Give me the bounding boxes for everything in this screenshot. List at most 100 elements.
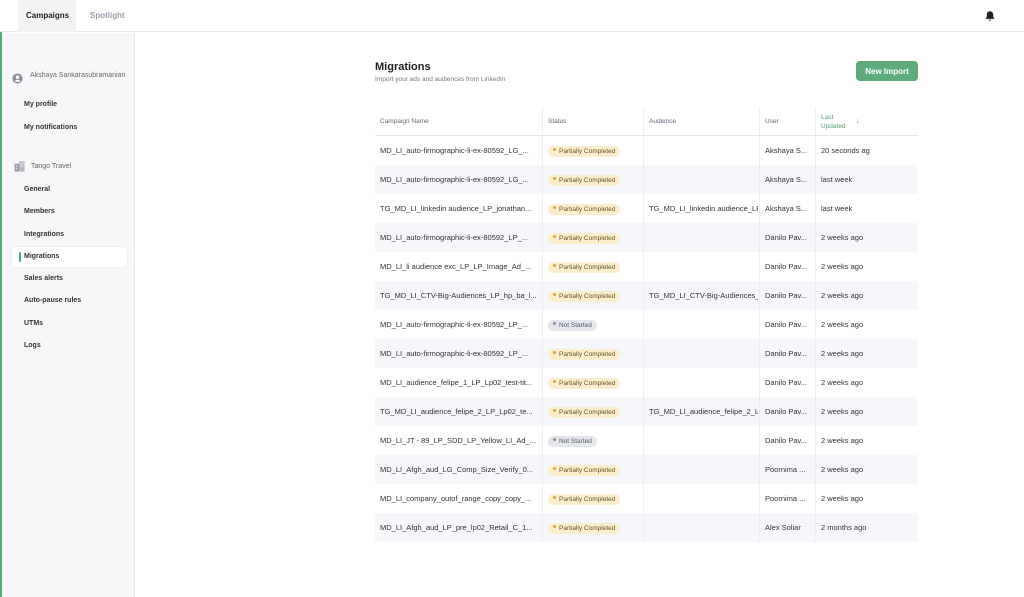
cell-user: Danilo Pav... — [759, 426, 809, 455]
status-badge-label: Partially Completed — [559, 234, 616, 242]
tab-spotlight[interactable]: Spotlight — [82, 0, 133, 32]
table-row[interactable]: MD_LI_li audience exc_LP_LP_Image_Ad_...… — [375, 252, 918, 281]
cell-audience — [643, 426, 758, 455]
table-row[interactable]: MD_LI_auto-firmographic-li-ex-80592_LG_.… — [375, 136, 918, 165]
status-badge: Partially Completed — [548, 232, 621, 244]
cell-audience — [643, 252, 758, 281]
table-row[interactable]: MD_LI_auto-firmographic-li-ex-80592_LP_.… — [375, 223, 918, 252]
column-header-user[interactable]: User — [759, 107, 813, 136]
column-header-status[interactable]: Status — [542, 107, 642, 136]
status-badge: Not Started — [548, 319, 597, 331]
cell-status: Not Started — [542, 310, 642, 339]
table-row[interactable]: MD_LI_audience_felipe_1_LP_Lp02_test-tit… — [375, 368, 918, 397]
cell-campaign-name[interactable]: TG_MD_LI_linkedin audience_LP_jonathan..… — [380, 194, 540, 223]
cell-campaign-name[interactable]: TG_MD_LI_CTV-Big-Audiences_LP_hp_ba_l... — [380, 281, 540, 310]
cell-status: Partially Completed — [542, 513, 642, 542]
cell-audience — [643, 513, 758, 542]
cell-campaign-name[interactable]: MD_LI_JT - 89_LP_SDD_LP_Yellow_LI_Ad_... — [380, 426, 540, 455]
table-row[interactable]: MD_LI_auto-firmographic-li-ex-80592_LP_.… — [375, 339, 918, 368]
table-row[interactable]: MD_LI_JT - 89_LP_SDD_LP_Yellow_LI_Ad_...… — [375, 426, 918, 455]
status-badge: Partially Completed — [548, 522, 621, 534]
cell-campaign-name[interactable]: MD_LI_auto-firmographic-li-ex-80592_LP_.… — [380, 339, 540, 368]
tab-campaigns[interactable]: Campaigns — [18, 0, 76, 32]
cell-campaign-name[interactable]: MD_LI_auto-firmographic-li-ex-80592_LG_.… — [380, 136, 540, 165]
status-badge-label: Partially Completed — [559, 205, 616, 213]
sidebar-item-sales-alerts[interactable]: Sales alerts — [12, 269, 127, 289]
cell-user: Akshaya S... — [759, 165, 809, 194]
column-header-campaign-name[interactable]: Campaign Name — [380, 107, 540, 136]
cell-last-updated: last week — [815, 194, 871, 223]
sidebar-link-my-profile[interactable]: My profile — [24, 101, 57, 108]
cell-campaign-name[interactable]: MD_LI_auto-firmographic-li-ex-80592_LP_.… — [380, 223, 540, 252]
status-dot-icon — [553, 293, 556, 297]
cell-campaign-name[interactable]: MD_LI_li audience exc_LP_LP_Image_Ad_... — [380, 252, 540, 281]
sidebar-item-utms[interactable]: UTMs — [12, 314, 127, 334]
sidebar-item-migrations[interactable]: Migrations — [12, 247, 127, 267]
column-header-audience[interactable]: Audience — [643, 107, 758, 136]
cell-user: Danilo Pav... — [759, 281, 809, 310]
user-name: Akshaya Sankarasubramanian — [30, 72, 126, 79]
cell-last-updated: 2 weeks ago — [815, 426, 871, 455]
table-row[interactable]: TG_MD_LI_linkedin audience_LP_jonathan..… — [375, 194, 918, 223]
cell-last-updated: last week — [815, 165, 871, 194]
status-badge-label: Partially Completed — [559, 292, 616, 300]
status-dot-icon — [553, 148, 556, 152]
cell-audience: TG_MD_LI_CTV-Big-Audiences_ — [643, 281, 758, 310]
sidebar-link-my-notifications[interactable]: My notifications — [24, 124, 77, 131]
table-header: Campaign Name Status Audience User Last … — [375, 107, 918, 136]
cell-campaign-name[interactable]: MD_LI_auto-firmographic-li-ex-80592_LP_.… — [380, 310, 540, 339]
sidebar-item-members[interactable]: Members — [12, 202, 127, 222]
status-dot-icon — [553, 438, 556, 442]
cell-status: Partially Completed — [542, 484, 642, 513]
cell-user: Poornima ... — [759, 484, 809, 513]
cell-campaign-name[interactable]: TG_MD_LI_audience_felipe_2_LP_Lp02_te... — [380, 397, 540, 426]
sidebar-item-integrations[interactable]: Integrations — [12, 225, 127, 245]
status-dot-icon — [553, 206, 556, 210]
status-badge: Partially Completed — [548, 145, 621, 157]
arrow-down-icon[interactable]: ↓ — [856, 117, 860, 126]
cell-user: Danilo Pav... — [759, 310, 809, 339]
cell-last-updated: 2 months ago — [815, 513, 871, 542]
table-row[interactable]: MD_LI_auto-firmographic-li-ex-80592_LP_.… — [375, 310, 918, 339]
status-dot-icon — [553, 177, 556, 181]
status-badge: Partially Completed — [548, 377, 621, 389]
cell-user: Poornima ... — [759, 455, 809, 484]
status-badge: Partially Completed — [548, 174, 621, 186]
cell-last-updated: 2 weeks ago — [815, 310, 871, 339]
cell-status: Partially Completed — [542, 223, 642, 252]
sidebar-item-auto-pause-rules[interactable]: Auto-pause rules — [12, 291, 127, 311]
sidebar-item-general[interactable]: General — [12, 180, 127, 200]
cell-user: Danilo Pav... — [759, 339, 809, 368]
status-dot-icon — [553, 409, 556, 413]
status-badge-label: Partially Completed — [559, 350, 616, 358]
new-import-button[interactable]: New Import — [856, 61, 918, 81]
status-badge: Partially Completed — [548, 290, 621, 302]
org-name: Tango Travel — [31, 163, 72, 170]
table-row[interactable]: MD_LI_company_outof_range_copy_copy_... P… — [375, 484, 918, 513]
sidebar-item-logs[interactable]: Logs — [12, 336, 127, 356]
cell-campaign-name[interactable]: MD_LI_auto-firmographic-li-ex-80592_LG_.… — [380, 165, 540, 194]
cell-user: Akshaya S... — [759, 194, 809, 223]
cell-campaign-name[interactable]: MD_LI_Afgh_aud_LP_pre_lp02_Retail_C_1... — [380, 513, 540, 542]
bell-icon[interactable] — [984, 10, 996, 22]
status-badge: Partially Completed — [548, 203, 621, 215]
table-row[interactable]: TG_MD_LI_audience_felipe_2_LP_Lp02_te...… — [375, 397, 918, 426]
table-row[interactable]: MD_LI_auto-firmographic-li-ex-80592_LG_.… — [375, 165, 918, 194]
cell-user: Danilo Pav... — [759, 252, 809, 281]
table-row[interactable]: TG_MD_LI_CTV-Big-Audiences_LP_hp_ba_l...… — [375, 281, 918, 310]
cell-campaign-name[interactable]: MD_LI_audience_felipe_1_LP_Lp02_test-tit… — [380, 368, 540, 397]
status-dot-icon — [553, 496, 556, 500]
cell-last-updated: 2 weeks ago — [815, 368, 871, 397]
status-badge-label: Partially Completed — [559, 263, 616, 271]
column-header-last-updated[interactable]: Last Updated ↓ — [815, 107, 875, 136]
table-row[interactable]: MD_LI_Afgh_aud_LG_Comp_Size_Verify_0... P… — [375, 455, 918, 484]
cell-campaign-name[interactable]: MD_LI_company_outof_range_copy_copy_... — [380, 484, 540, 513]
cell-last-updated: 2 weeks ago — [815, 281, 871, 310]
cell-status: Partially Completed — [542, 368, 642, 397]
last-updated-label-line1: Last — [821, 113, 834, 121]
cell-campaign-name[interactable]: MD_LI_Afgh_aud_LG_Comp_Size_Verify_0... — [380, 455, 540, 484]
table-row[interactable]: MD_LI_Afgh_aud_LP_pre_lp02_Retail_C_1...… — [375, 513, 918, 542]
cell-last-updated: 2 weeks ago — [815, 252, 871, 281]
status-badge: Partially Completed — [548, 348, 621, 360]
status-dot-icon — [553, 380, 556, 384]
